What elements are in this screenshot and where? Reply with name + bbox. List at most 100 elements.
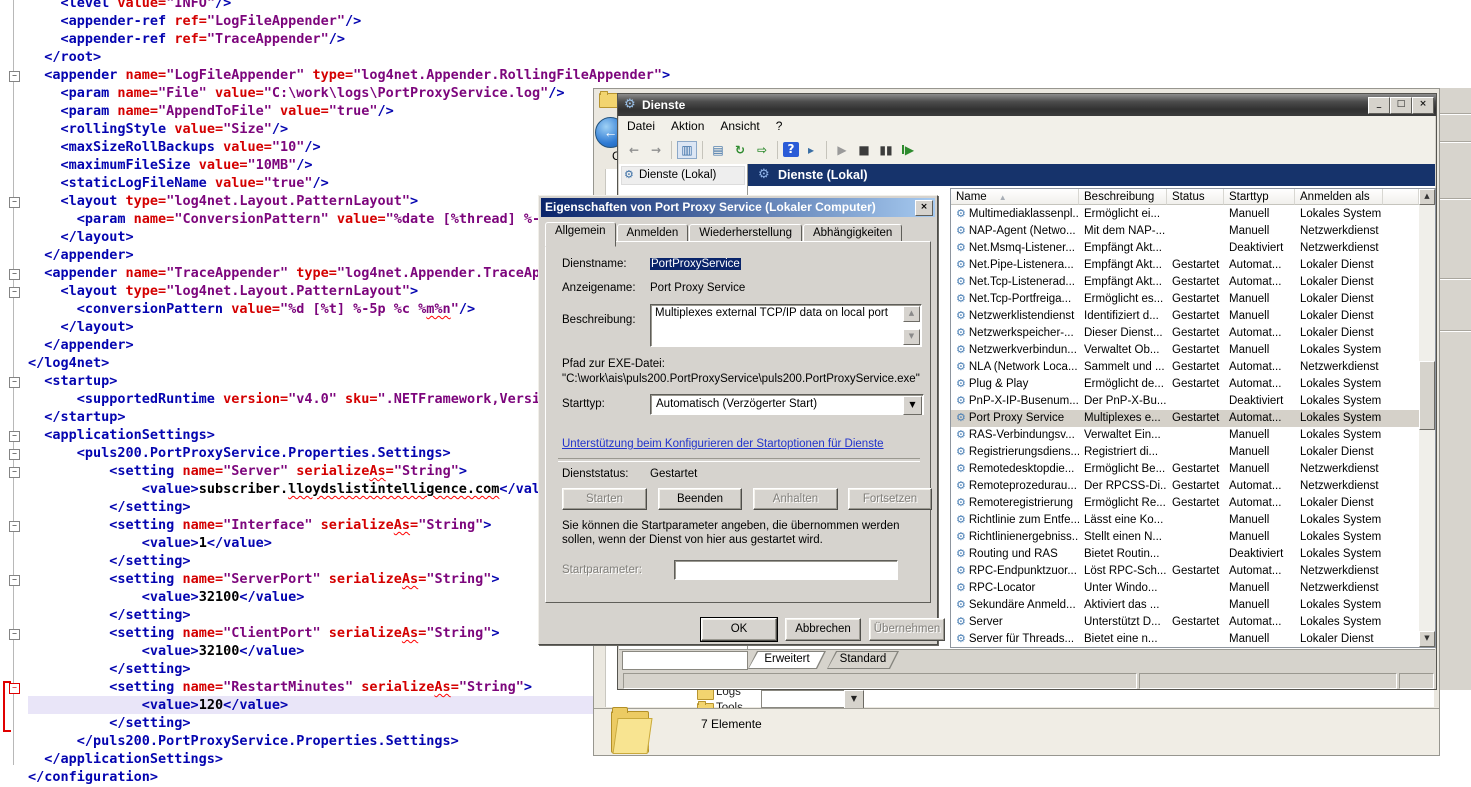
explorer-combo-field[interactable]	[761, 690, 846, 708]
services-list-scrollbar[interactable]: ▲ ▼	[1419, 189, 1435, 647]
details-pane-banner: ⚙ Dienste (Lokal)	[748, 164, 1435, 186]
exe-path-value: "C:\work\ais\puls200.PortProxyService\pu…	[562, 373, 920, 385]
service-row-netzwerkverbindun[interactable]: ⚙Netzwerkverbindun...Verwaltet Ob...Gest…	[951, 342, 1419, 359]
service-name: ⚙NAP-Agent (Netwo...	[951, 223, 1079, 240]
description-field[interactable]: Multiplexes external TCP/IP data on loca…	[650, 304, 922, 347]
show-console-tree-icon[interactable]: ▥	[677, 141, 697, 159]
fold-toggle-icon[interactable]: −	[9, 629, 20, 640]
fold-toggle-icon[interactable]: −	[9, 377, 20, 388]
service-row-ras-verbindungsv[interactable]: ⚙RAS-Verbindungsv...Verwaltet Ein...Manu…	[951, 427, 1419, 444]
pause-service-icon[interactable]: ▮▮	[876, 141, 896, 159]
explorer-combo-dropdown-icon[interactable]: ▼	[844, 690, 864, 709]
service-row-net-pipe-listenera[interactable]: ⚙Net.Pipe-Listenera...Empfängt Akt...Ges…	[951, 257, 1419, 274]
column-header-name[interactable]: Name▲	[951, 189, 1079, 205]
scroll-up-icon[interactable]: ▲	[903, 306, 920, 322]
column-header-status[interactable]: Status	[1167, 189, 1224, 205]
service-description: Unterstützt D...	[1079, 614, 1167, 631]
column-header-starttyp[interactable]: Starttyp	[1224, 189, 1295, 205]
service-name: ⚙Multimediaklassenpl...	[951, 206, 1079, 223]
properties-icon[interactable]: ▤	[708, 141, 728, 159]
menu-item-hilfe[interactable]: ?	[768, 116, 791, 133]
fold-toggle-icon[interactable]: −	[9, 431, 20, 442]
service-row-richtlinienergebniss[interactable]: ⚙Richtlinienergebniss...Stellt einen N..…	[951, 529, 1419, 546]
menu-item-ansicht[interactable]: Ansicht	[712, 116, 767, 133]
service-status	[1167, 393, 1224, 410]
forward-icon[interactable]: →	[646, 141, 666, 159]
scroll-down-icon[interactable]: ▼	[1419, 631, 1435, 647]
service-gear-icon: ⚙	[956, 276, 966, 288]
resume-button[interactable]: Fortsetzen	[848, 488, 932, 510]
minimize-button[interactable]: _	[1368, 97, 1390, 114]
chevron-down-icon[interactable]: ▼	[903, 396, 922, 415]
apply-button[interactable]: Übernehmen	[869, 618, 945, 641]
start-type-combobox[interactable]: Automatisch (Verzögerter Start) ▼	[650, 394, 924, 415]
service-row-remoteprozedurau[interactable]: ⚙Remoteprozedurau...Der RPCSS-Di...Gesta…	[951, 478, 1419, 495]
service-row-sekund-re-anmeld[interactable]: ⚙Sekundäre Anmeld...Aktiviert das ...Man…	[951, 597, 1419, 614]
column-header-anmelden-als[interactable]: Anmelden als	[1295, 189, 1383, 205]
fold-toggle-icon[interactable]: −	[9, 449, 20, 460]
service-name: ⚙Netzwerkverbindun...	[951, 342, 1079, 359]
service-row-routing-und-ras[interactable]: ⚙Routing und RASBietet Routin...Deaktivi…	[951, 546, 1419, 563]
start-button[interactable]: Starten	[562, 488, 647, 510]
service-row-pnp-x-ip-busenum[interactable]: ⚙PnP-X-IP-Busenum...Der PnP-X-Bu...Deakt…	[951, 393, 1419, 410]
fold-toggle-icon[interactable]: −	[9, 71, 20, 82]
fold-toggle-icon[interactable]: −	[9, 287, 20, 298]
service-row-netzwerklistendienst[interactable]: ⚙NetzwerklistendienstIdentifiziert d...G…	[951, 308, 1419, 325]
scrollbar-thumb[interactable]	[1419, 361, 1435, 430]
refresh-icon[interactable]: ↻	[730, 141, 750, 159]
services-title-bar[interactable]: ⚙ Dienste _ □ ×	[618, 94, 1436, 116]
service-row-richtlinie-zum-entfe[interactable]: ⚙Richtlinie zum Entfe...Lässt eine Ko...…	[951, 512, 1419, 529]
service-row-net-msmq-listener[interactable]: ⚙Net.Msmq-Listener...Empfängt Akt...Deak…	[951, 240, 1419, 257]
dialog-tab-allgemein[interactable]: Allgemein	[545, 222, 616, 247]
tab-standard[interactable]: Standard	[827, 651, 899, 669]
cancel-button[interactable]: Abbrechen	[785, 618, 861, 641]
service-row-nla-network-loca[interactable]: ⚙NLA (Network Loca...Sammelt und ...Gest…	[951, 359, 1419, 376]
tab-erweitert[interactable]: Erweitert	[748, 651, 826, 669]
service-row-netzwerkspeicher[interactable]: ⚙Netzwerkspeicher-...Dieser Dienst...Ges…	[951, 325, 1419, 342]
service-start-type: Deaktiviert	[1224, 240, 1295, 257]
service-row-net-tcp-listenerad[interactable]: ⚙Net.Tcp-Listenerad...Empfängt Akt...Ges…	[951, 274, 1419, 291]
close-button[interactable]: ×	[1412, 97, 1434, 114]
service-start-type: Manuell	[1224, 291, 1295, 308]
fold-toggle-icon[interactable]: −	[9, 269, 20, 280]
service-row-server[interactable]: ⚙ServerUnterstützt D...GestartetAutomat.…	[951, 614, 1419, 631]
ok-button[interactable]: OK	[701, 618, 777, 641]
close-icon[interactable]: ×	[915, 200, 933, 216]
tree-item-dienste-lokal[interactable]: ⚙ Dienste (Lokal)	[621, 166, 745, 185]
extended-view-icon[interactable]: ▸	[801, 141, 821, 159]
export-list-icon[interactable]: ⇨	[752, 141, 772, 159]
fold-toggle-icon[interactable]: −	[9, 521, 20, 532]
start-params-input[interactable]	[674, 560, 898, 580]
service-row-server-f-r-threads[interactable]: ⚙Server für Threads...Bietet eine n...Ma…	[951, 631, 1419, 648]
start-service-icon[interactable]: ▶	[832, 141, 852, 159]
service-row-nap-agent-netwo[interactable]: ⚙NAP-Agent (Netwo...Mit dem NAP-...Manue…	[951, 223, 1419, 240]
scroll-down-icon[interactable]: ▼	[903, 329, 920, 345]
menu-item-datei[interactable]: Datei	[619, 116, 663, 133]
help-icon[interactable]: ?	[783, 142, 799, 157]
startup-options-help-link[interactable]: Unterstützung beim Konfigurieren der Sta…	[562, 438, 884, 450]
dialog-title-bar[interactable]: Eigenschaften von Port Proxy Service (Lo…	[541, 198, 935, 217]
menu-item-aktion[interactable]: Aktion	[663, 116, 712, 133]
pause-button[interactable]: Anhalten	[753, 488, 838, 510]
stop-button[interactable]: Beenden	[658, 488, 742, 510]
restart-service-icon[interactable]: ▶	[898, 141, 918, 159]
service-row-net-tcp-portfreiga[interactable]: ⚙Net.Tcp-Portfreiga...Ermöglicht es...Ge…	[951, 291, 1419, 308]
column-header-beschreibung[interactable]: Beschreibung	[1079, 189, 1167, 205]
maximize-button[interactable]: □	[1390, 97, 1412, 114]
service-row-rpc-locator[interactable]: ⚙RPC-LocatorUnter Windo...ManuellNetzwer…	[951, 580, 1419, 597]
stop-service-icon[interactable]: ■	[854, 141, 874, 159]
scroll-up-icon[interactable]: ▲	[1419, 189, 1435, 205]
fold-toggle-icon[interactable]: −	[9, 197, 20, 208]
service-row-multimediaklassenpl[interactable]: ⚙Multimediaklassenpl...Ermöglicht ei...M…	[951, 206, 1419, 223]
fold-toggle-icon[interactable]: −	[9, 575, 20, 586]
service-row-rpc-endpunktzuor[interactable]: ⚙RPC-Endpunktzuor...Löst RPC-Sch...Gesta…	[951, 563, 1419, 580]
service-status: Gestartet	[1167, 376, 1224, 393]
back-icon[interactable]: ←	[624, 141, 644, 159]
service-row-plug-play[interactable]: ⚙Plug & PlayErmöglicht de...GestartetAut…	[951, 376, 1419, 393]
toolbar-separator	[702, 141, 703, 159]
service-row-registrierungsdiens[interactable]: ⚙Registrierungsdiens...Registriert di...…	[951, 444, 1419, 461]
service-row-remotedesktopdie[interactable]: ⚙Remotedesktopdie...Ermöglicht Be...Gest…	[951, 461, 1419, 478]
service-row-remoteregistrierung[interactable]: ⚙RemoteregistrierungErmöglicht Re...Gest…	[951, 495, 1419, 512]
fold-toggle-icon[interactable]: −	[9, 467, 20, 478]
service-row-port-proxy-service[interactable]: ⚙Port Proxy ServiceMultiplexes e...Gesta…	[951, 410, 1419, 427]
